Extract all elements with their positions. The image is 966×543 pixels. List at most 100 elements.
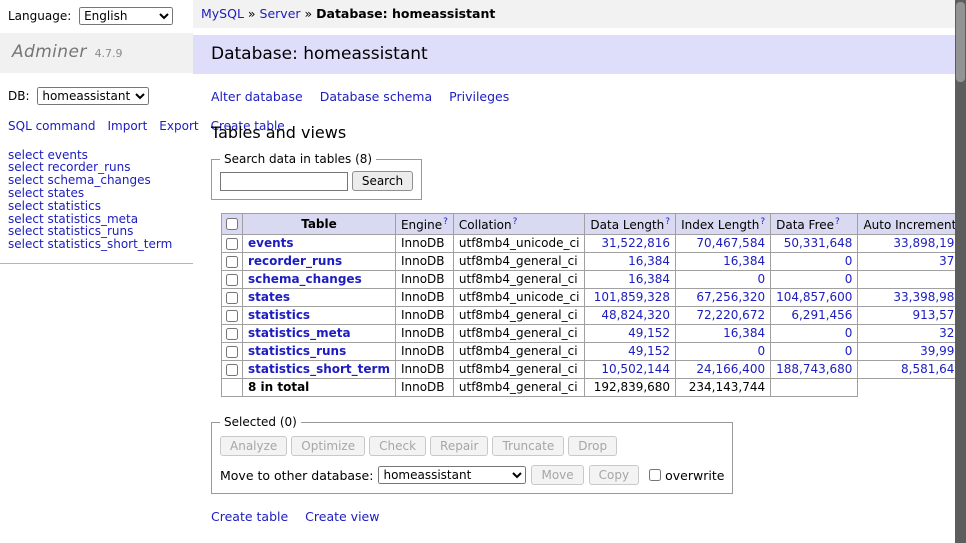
db-nav-link[interactable]: Privileges — [449, 89, 509, 104]
copy-button[interactable]: Copy — [589, 465, 639, 485]
table-stat-link[interactable]: 104,857,600 — [776, 290, 852, 304]
column-header-engine: Engine? — [395, 214, 453, 235]
cell-data_free: 6,291,456 — [771, 307, 858, 325]
table-stat-link[interactable]: 49,152 — [628, 326, 670, 340]
language-select[interactable]: English — [79, 7, 173, 25]
selected-action-button[interactable]: Truncate — [492, 436, 564, 456]
selected-action-button[interactable]: Drop — [568, 436, 617, 456]
table-stat-link[interactable]: 0 — [845, 254, 853, 268]
row-checkbox[interactable] — [226, 346, 238, 358]
create-link[interactable]: Create table — [211, 509, 288, 524]
cell-collation: utf8mb4_unicode_ci — [453, 235, 585, 253]
table-stat-link[interactable]: 0 — [757, 344, 765, 358]
cell-auto_increment: 33,898,196 — [858, 235, 966, 253]
table-stat-link[interactable]: 0 — [845, 272, 853, 286]
row-checkbox[interactable] — [226, 364, 238, 376]
table-stat-link[interactable]: 24,166,400 — [696, 362, 765, 376]
cell-data_free: 0 — [771, 343, 858, 361]
move-db-select[interactable]: homeassistant — [378, 466, 526, 484]
table-stat-link[interactable]: 101,859,328 — [594, 290, 670, 304]
scrollbar[interactable] — [955, 0, 966, 543]
cell-auto_increment: 39,999 — [858, 343, 966, 361]
sidebar-table-link[interactable]: select statistics_short_term — [8, 238, 185, 251]
help-link[interactable]: ? — [760, 217, 765, 227]
help-link[interactable]: ? — [513, 217, 518, 227]
table-name-link[interactable]: recorder_runs — [248, 254, 342, 268]
help-link[interactable]: ? — [835, 217, 840, 227]
table-stat-link[interactable]: 10,502,144 — [601, 362, 670, 376]
table-name-link[interactable]: schema_changes — [248, 272, 362, 286]
row-checkbox[interactable] — [226, 256, 238, 268]
table-stat-link[interactable]: 70,467,584 — [696, 236, 765, 250]
page: Language: English Adminer 4.7.9 DB: home… — [0, 0, 966, 543]
table-name-link[interactable]: statistics_meta — [248, 326, 351, 340]
row-checkbox[interactable] — [226, 328, 238, 340]
table-stat-link[interactable]: 72,220,672 — [696, 308, 765, 322]
table-stat-link[interactable]: 0 — [757, 272, 765, 286]
cell-index_length: 0 — [676, 343, 771, 361]
table-stat-link[interactable]: 8,581,645 — [901, 362, 962, 376]
cell-data_free: 50,331,648 — [771, 235, 858, 253]
table-stat-link[interactable]: 48,824,320 — [601, 308, 670, 322]
row-checkbox[interactable] — [226, 274, 238, 286]
table-stat-link[interactable]: 16,384 — [723, 326, 765, 340]
cell-engine: InnoDB — [395, 325, 453, 343]
create-link[interactable]: Create view — [305, 509, 379, 524]
table-stat-link[interactable]: 33,398,984 — [893, 290, 962, 304]
move-button[interactable]: Move — [531, 465, 583, 485]
select-all-checkbox[interactable] — [226, 218, 238, 230]
table-stat-link[interactable]: 16,384 — [628, 254, 670, 268]
table-row: statistics_metaInnoDButf8mb4_general_ci4… — [222, 325, 966, 343]
cell-name: statistics — [243, 307, 396, 325]
cell-data_length: 31,522,816 — [585, 235, 676, 253]
table-stat-link[interactable]: 16,384 — [723, 254, 765, 268]
sidebar-action-link[interactable]: SQL command — [8, 119, 95, 133]
selected-action-button[interactable]: Repair — [430, 436, 488, 456]
selected-action-button[interactable]: Optimize — [291, 436, 365, 456]
scrollbar-thumb[interactable] — [956, 2, 965, 82]
table-stat-link[interactable]: 31,522,816 — [601, 236, 670, 250]
row-checkbox[interactable] — [226, 292, 238, 304]
sidebar-table-link[interactable]: select states — [8, 187, 185, 200]
table-name-link[interactable]: statistics_runs — [248, 344, 346, 358]
db-select[interactable]: homeassistant — [37, 87, 149, 105]
main-content: Logout MySQL » Server » Database: homeas… — [193, 0, 966, 543]
row-select-cell — [222, 325, 243, 343]
search-button[interactable]: Search — [352, 171, 413, 191]
table-stat-link[interactable]: 6,291,456 — [791, 308, 852, 322]
cell-index_length: 72,220,672 — [676, 307, 771, 325]
table-stat-link[interactable]: 50,331,648 — [784, 236, 853, 250]
breadcrumb-link[interactable]: Server — [260, 6, 301, 21]
selected-action-button[interactable]: Check — [369, 436, 426, 456]
sidebar-table-link[interactable]: select statistics — [8, 200, 185, 213]
cell-engine: InnoDB — [395, 235, 453, 253]
sidebar-actions: SQL commandImportExportCreate table — [0, 107, 185, 136]
table-stat-link[interactable]: 49,152 — [628, 344, 670, 358]
column-header-label: Data Length — [590, 218, 664, 232]
table-stat-link[interactable]: 188,743,680 — [776, 362, 852, 376]
table-stat-link[interactable]: 33,898,196 — [893, 236, 962, 250]
breadcrumb-link[interactable]: MySQL — [201, 6, 244, 21]
row-checkbox[interactable] — [226, 238, 238, 250]
sidebar-action-link[interactable]: Import — [107, 119, 147, 133]
cell-engine: InnoDB — [395, 271, 453, 289]
table-stat-link[interactable]: 16,384 — [628, 272, 670, 286]
search-input[interactable] — [220, 172, 348, 191]
help-link[interactable]: ? — [665, 217, 670, 227]
table-name-link[interactable]: events — [248, 236, 294, 250]
db-nav-link[interactable]: Alter database — [211, 89, 303, 104]
table-name-link[interactable]: statistics — [248, 308, 310, 322]
table-name-link[interactable]: statistics_short_term — [248, 362, 390, 376]
overwrite-label: overwrite — [665, 468, 724, 483]
overwrite-checkbox[interactable] — [649, 469, 661, 481]
db-nav-link[interactable]: Database schema — [320, 89, 432, 104]
table-stat-link[interactable]: 0 — [845, 326, 853, 340]
table-name-link[interactable]: states — [248, 290, 290, 304]
selected-action-button[interactable]: Analyze — [220, 436, 287, 456]
column-header-auto_increment: Auto Increment? — [858, 214, 966, 235]
row-checkbox[interactable] — [226, 310, 238, 322]
table-stat-link[interactable]: 0 — [845, 344, 853, 358]
help-link[interactable]: ? — [443, 217, 448, 227]
breadcrumb: MySQL » Server » Database: homeassistant — [193, 0, 966, 28]
table-stat-link[interactable]: 67,256,320 — [696, 290, 765, 304]
